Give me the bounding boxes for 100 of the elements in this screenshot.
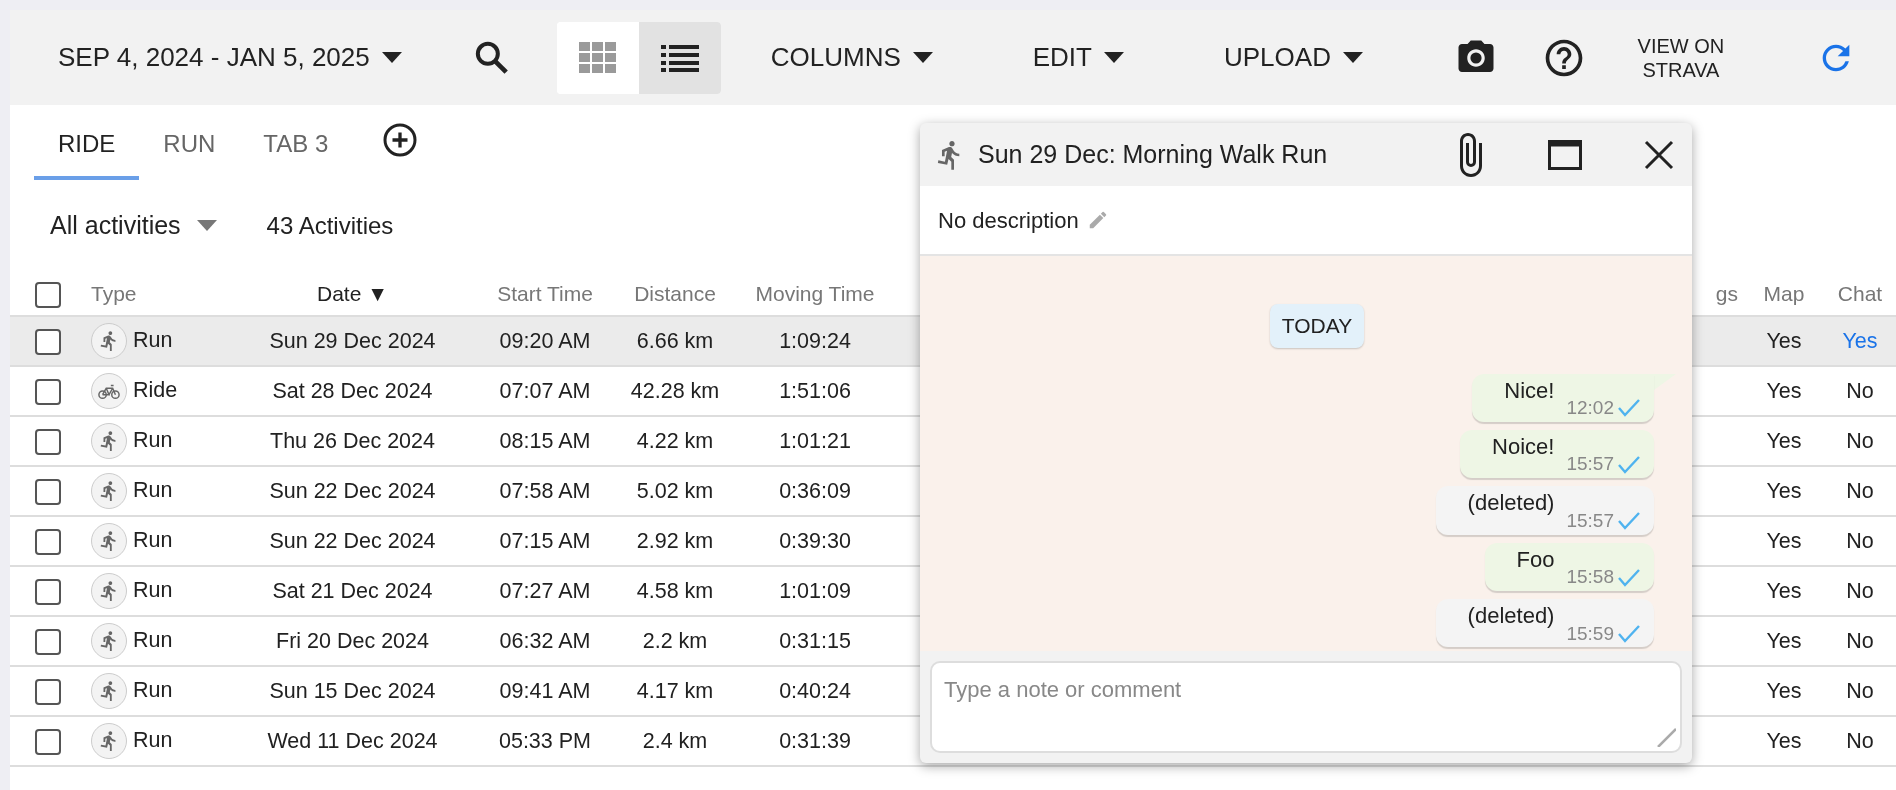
column-header[interactable]: Start Time: [497, 281, 593, 305]
row-checkbox[interactable]: [34, 429, 61, 456]
table-cell: Sun 22 Dec 2024: [269, 478, 436, 503]
select-all-checkbox[interactable]: [34, 282, 61, 309]
comment-field[interactable]: Type a note or comment: [930, 661, 1682, 753]
message-text: Noice!: [1492, 433, 1555, 461]
maximize-button[interactable]: [1548, 139, 1582, 170]
row-checkbox[interactable]: [34, 729, 61, 756]
table-cell: No: [1846, 528, 1874, 553]
table-cell: Yes: [1766, 578, 1802, 603]
column-header[interactable]: Type: [91, 281, 137, 305]
table-cell: Run: [133, 477, 173, 502]
tab[interactable]: RIDE: [34, 126, 140, 180]
table-cell: 09:41 AM: [499, 678, 591, 703]
table-cell: 07:15 AM: [499, 528, 591, 553]
table-cell: 42.28 km: [630, 378, 720, 403]
list-view-button[interactable]: [638, 21, 721, 94]
row-checkbox[interactable]: [34, 479, 61, 506]
row-checkbox[interactable]: [34, 629, 61, 656]
chat-title: Sun 29 Dec: Morning Walk Run: [978, 138, 1329, 170]
activity-filter-dropdown[interactable]: All activities: [50, 207, 217, 245]
table-cell: Run: [133, 677, 173, 702]
table-cell: Sat 21 Dec 2024: [272, 578, 433, 603]
table-cell: 1:51:06: [779, 378, 851, 403]
table-cell: Run: [133, 577, 173, 602]
check-icon: [1618, 455, 1640, 474]
table-cell: Yes: [1766, 678, 1802, 703]
check-icon: [1618, 512, 1640, 531]
message-time: 12:02: [1566, 397, 1614, 420]
check-icon: [1618, 625, 1640, 644]
table-cell: 07:58 AM: [499, 478, 591, 503]
table-cell: Yes: [1766, 628, 1802, 653]
table-cell: 1:01:21: [779, 428, 851, 453]
row-checkbox[interactable]: [34, 529, 61, 556]
message-text: Foo: [1516, 546, 1555, 574]
row-checkbox[interactable]: [34, 679, 61, 706]
date-separator: TODAY: [1269, 304, 1365, 348]
message-text: (deleted): [1467, 490, 1555, 518]
menu-dropdown[interactable]: UPLOAD: [1224, 38, 1363, 77]
row-checkbox[interactable]: [34, 379, 61, 406]
column-header[interactable]: gs: [1715, 281, 1738, 305]
list-icon: [660, 43, 699, 72]
table-cell: No: [1846, 728, 1874, 753]
column-header[interactable]: Distance: [634, 281, 716, 305]
grid-icon: [578, 41, 617, 74]
table-cell: 0:36:09: [779, 478, 851, 503]
caret-icon: [196, 220, 217, 232]
table-cell: No: [1846, 578, 1874, 603]
table-cell: 1:09:24: [779, 328, 851, 353]
table-cell: No: [1846, 378, 1874, 403]
table-cell: 4.58 km: [636, 578, 714, 603]
tab[interactable]: TAB 3: [239, 126, 353, 180]
table-cell: Fri 20 Dec 2024: [276, 628, 429, 653]
table-cell: Yes: [1766, 728, 1802, 753]
table-cell: 4.17 km: [636, 678, 714, 703]
table-cell: Yes: [1766, 478, 1802, 503]
column-header[interactable]: Chat: [1837, 281, 1883, 305]
table-cell: 0:31:39: [779, 728, 851, 753]
row-checkbox[interactable]: [34, 579, 61, 606]
caret-icon: [1104, 51, 1124, 64]
table-cell: 05:33 PM: [499, 728, 591, 753]
table-cell: 1:01:09: [779, 578, 851, 603]
add-tab-button[interactable]: [382, 122, 419, 158]
table-cell: Yes: [1766, 328, 1802, 353]
column-header[interactable]: Moving Time: [755, 281, 875, 305]
table-cell: Sun 29 Dec 2024: [269, 328, 436, 353]
message-time: 15:57: [1566, 509, 1614, 533]
table-cell: 08:15 AM: [499, 428, 591, 453]
date-range-dropdown[interactable]: SEP 4, 2024 - JAN 5, 2025: [58, 38, 402, 77]
tab[interactable]: RUN: [139, 126, 240, 180]
message-time: 15:57: [1566, 453, 1614, 477]
message-text: Nice!: [1504, 377, 1555, 405]
table-cell: No: [1846, 678, 1874, 703]
row-checkbox[interactable]: [34, 329, 61, 356]
message-time: 15:59: [1566, 622, 1614, 646]
check-icon: [1618, 568, 1640, 587]
table-cell: Run: [133, 727, 173, 752]
table-cell: 5.02 km: [636, 478, 714, 503]
strava-link[interactable]: VIEW ON STRAVA: [1625, 33, 1736, 82]
table-cell: No: [1846, 628, 1874, 653]
caret-icon: [1342, 51, 1363, 64]
close-button[interactable]: [1644, 139, 1674, 170]
menu-dropdown[interactable]: EDIT: [1032, 38, 1124, 77]
message-text: (deleted): [1467, 603, 1555, 631]
table-cell: Run: [133, 627, 173, 652]
table-cell: 6.66 km: [636, 328, 714, 353]
table-cell: 2.4 km: [642, 728, 708, 753]
chat-link[interactable]: Yes: [1842, 328, 1878, 353]
table-cell: No: [1846, 478, 1874, 503]
activity-count: 43 Activities: [266, 211, 394, 241]
table-cell: Sun 15 Dec 2024: [269, 678, 436, 703]
table-cell: 0:40:24: [779, 678, 851, 703]
resize-grip-icon[interactable]: [1656, 727, 1676, 747]
table-cell: Yes: [1766, 428, 1802, 453]
column-header[interactable]: Map: [1763, 281, 1805, 305]
table-cell: 2.92 km: [636, 528, 714, 553]
menu-dropdown[interactable]: COLUMNS: [770, 38, 933, 77]
column-header[interactable]: Date ▼: [317, 281, 388, 305]
table-cell: Ride: [133, 377, 178, 402]
table-cell: 06:32 AM: [499, 628, 591, 653]
